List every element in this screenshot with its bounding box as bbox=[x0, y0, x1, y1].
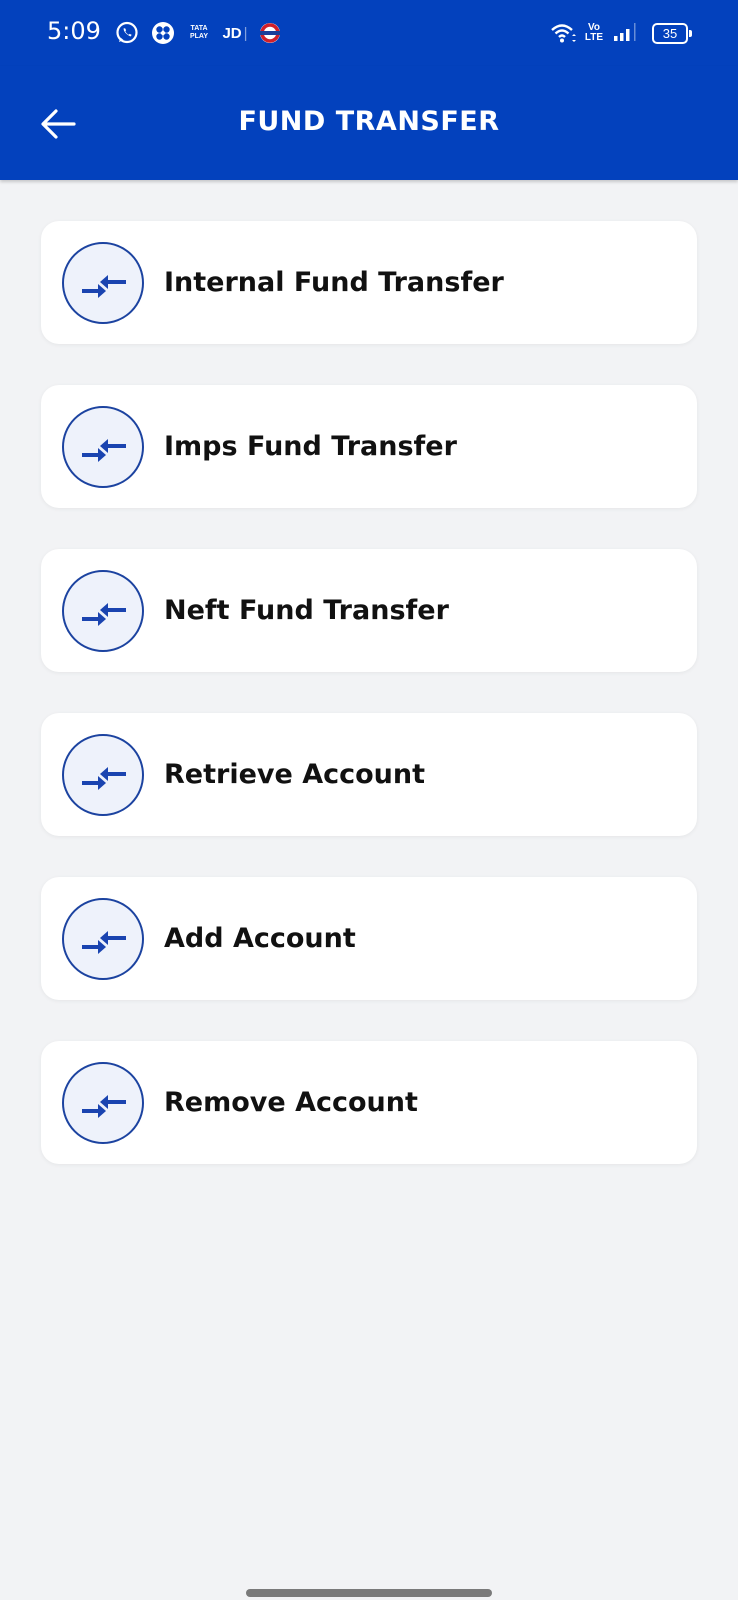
signal-icon bbox=[612, 20, 640, 46]
menu-item-imps-fund-transfer[interactable]: Imps Fund Transfer bbox=[41, 385, 697, 508]
page-title: FUND TRANSFER bbox=[238, 106, 500, 137]
menu-item-label: Imps Fund Transfer bbox=[164, 431, 457, 462]
app-bar: FUND TRANSFER bbox=[0, 66, 738, 180]
clover-app-icon bbox=[150, 20, 176, 46]
battery-icon: 35 bbox=[651, 20, 693, 46]
transfer-arrows-icon bbox=[82, 767, 126, 790]
fund-transfer-menu: Internal Fund Transfer Imps Fund Transfe… bbox=[41, 221, 697, 1205]
wifi-icon bbox=[549, 20, 579, 46]
menu-item-internal-fund-transfer[interactable]: Internal Fund Transfer bbox=[41, 221, 697, 344]
menu-item-label: Internal Fund Transfer bbox=[164, 267, 504, 298]
menu-item-label: Retrieve Account bbox=[164, 759, 426, 790]
transfer-arrows-icon bbox=[82, 275, 126, 298]
transfer-arrows-icon bbox=[82, 931, 126, 954]
transfer-arrows-icon bbox=[82, 1095, 126, 1118]
status-time: 5:09 bbox=[47, 17, 101, 45]
menu-item-add-account[interactable]: Add Account bbox=[41, 877, 697, 1000]
icon-circle bbox=[62, 242, 144, 324]
icon-circle bbox=[62, 570, 144, 652]
icon-circle bbox=[62, 734, 144, 816]
home-indicator[interactable] bbox=[246, 1589, 492, 1597]
jd-icon: JD | bbox=[222, 24, 248, 42]
icon-circle bbox=[62, 1062, 144, 1144]
metro-icon bbox=[257, 20, 283, 46]
icon-circle bbox=[62, 406, 144, 488]
battery-level: 35 bbox=[652, 22, 688, 44]
menu-item-retrieve-account[interactable]: Retrieve Account bbox=[41, 713, 697, 836]
menu-item-label: Remove Account bbox=[164, 1087, 418, 1118]
status-bar: 5:09 TATA PLAY JD | Vo LTE 35 bbox=[0, 0, 738, 66]
menu-item-label: Neft Fund Transfer bbox=[164, 595, 449, 626]
icon-circle bbox=[62, 898, 144, 980]
transfer-arrows-icon bbox=[82, 439, 126, 462]
menu-item-remove-account[interactable]: Remove Account bbox=[41, 1041, 697, 1164]
menu-item-label: Add Account bbox=[164, 923, 356, 954]
volte-icon: Vo LTE bbox=[584, 22, 604, 43]
transfer-arrows-icon bbox=[82, 603, 126, 626]
tata-play-icon: TATA PLAY bbox=[189, 25, 209, 40]
menu-item-neft-fund-transfer[interactable]: Neft Fund Transfer bbox=[41, 549, 697, 672]
whatsapp-icon bbox=[114, 20, 140, 46]
